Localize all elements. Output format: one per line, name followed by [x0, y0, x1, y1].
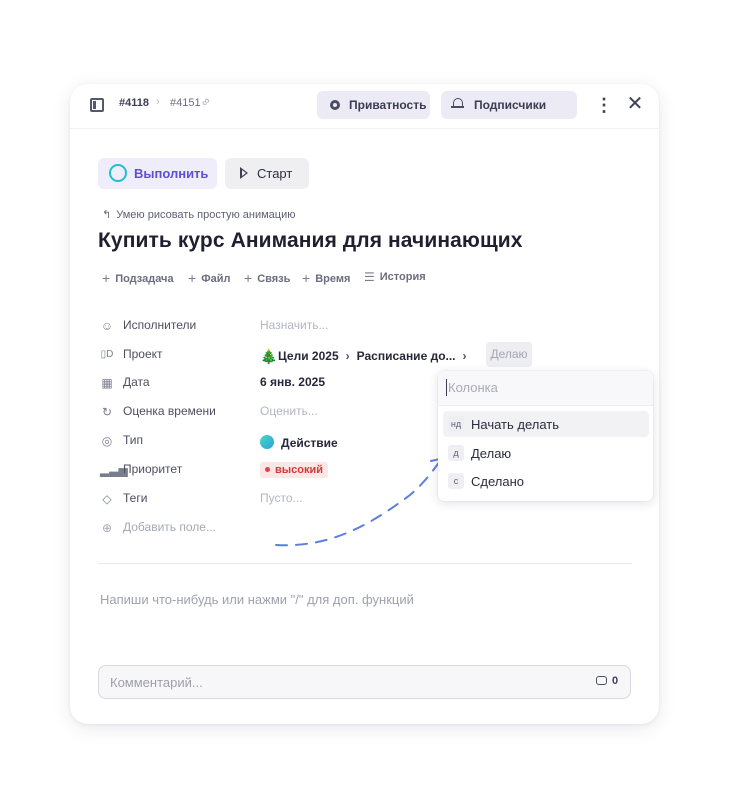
- column-option-start[interactable]: нд Начать делать: [443, 411, 649, 437]
- shortcut-key: с: [448, 473, 464, 489]
- option-label: Делаю: [471, 446, 512, 461]
- column-dropdown: нд Начать делать д Делаю с Сделано: [438, 371, 653, 501]
- column-search-input[interactable]: [446, 379, 640, 396]
- option-label: Сделано: [471, 474, 524, 489]
- column-option-done[interactable]: с Сделано: [443, 468, 649, 494]
- option-label: Начать делать: [471, 417, 560, 432]
- shortcut-key: нд: [448, 416, 464, 432]
- column-option-doing[interactable]: д Делаю: [443, 440, 649, 466]
- column-search: [438, 371, 653, 406]
- shortcut-key: д: [448, 445, 464, 461]
